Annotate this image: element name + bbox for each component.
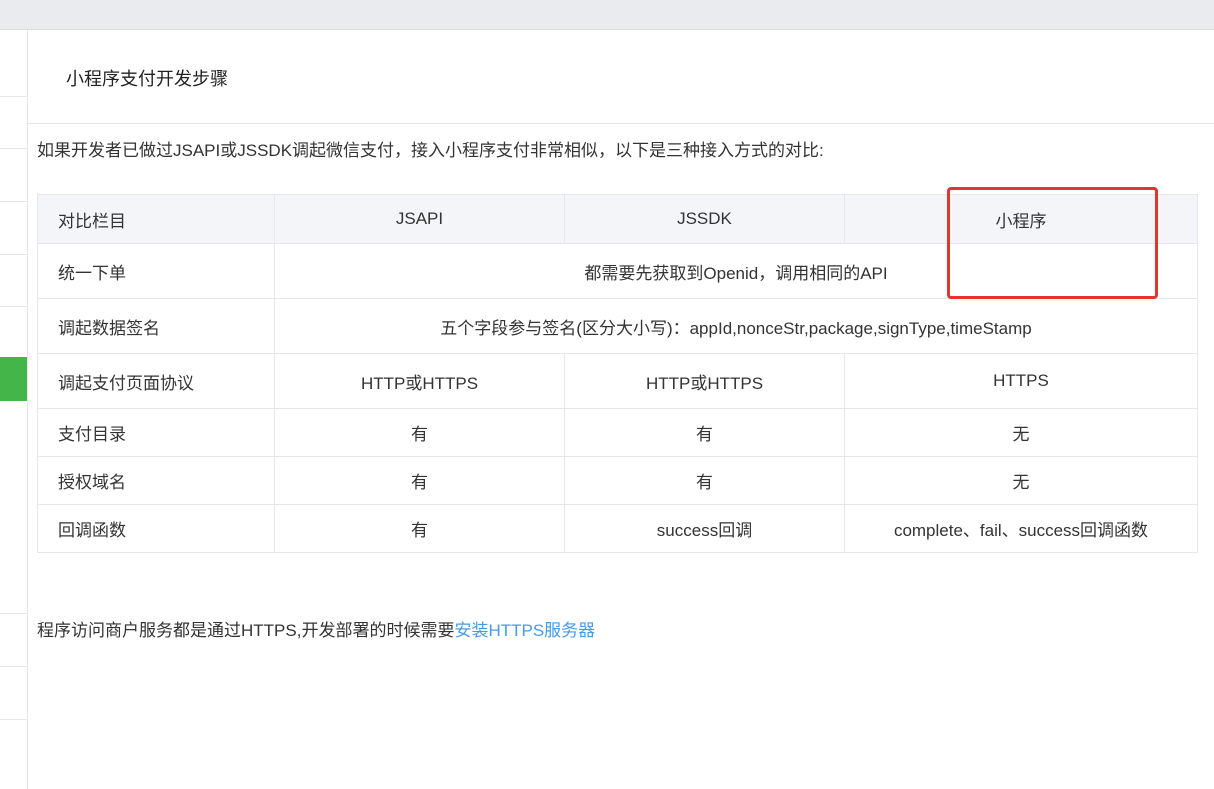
sidebar-divider [0, 96, 27, 97]
header-cell-item: 对比栏目 [37, 194, 275, 244]
row-label: 调起数据签名 [37, 298, 275, 354]
row-label: 统一下单 [37, 243, 275, 299]
cell-jsapi: HTTP或HTTPS [274, 353, 565, 409]
intro-text: 如果开发者已做过JSAPI或JSSDK调起微信支付，接入小程序支付非常相似，以下… [37, 141, 824, 160]
table-row: 统一下单 都需要先获取到Openid，调用相同的API [37, 243, 1198, 299]
table-row: 回调函数 有 success回调 complete、fail、success回调… [37, 504, 1198, 553]
merged-cell: 五个字段参与签名(区分大小写)：appId,nonceStr,package,s… [274, 298, 1198, 354]
header-cell-miniprogram: 小程序 [844, 194, 1198, 244]
page-header: 小程序支付开发步骤 [28, 30, 1214, 124]
cell-jssdk: success回调 [564, 504, 845, 553]
table-row: 授权域名 有 有 无 [37, 456, 1198, 505]
sidebar-divider [0, 306, 27, 307]
row-label: 回调函数 [37, 504, 275, 553]
cell-miniprogram: HTTPS [844, 353, 1198, 409]
sidebar-divider [0, 148, 27, 149]
table-row: 调起支付页面协议 HTTP或HTTPS HTTP或HTTPS HTTPS [37, 353, 1198, 409]
top-bar [0, 0, 1214, 30]
sidebar-divider [0, 719, 27, 720]
sidebar [0, 30, 28, 789]
cell-jssdk: HTTP或HTTPS [564, 353, 845, 409]
sidebar-divider [0, 666, 27, 667]
cell-jsapi: 有 [274, 408, 565, 457]
install-https-link[interactable]: 安装HTTPS服务器 [454, 621, 595, 640]
cell-jssdk: 有 [564, 456, 845, 505]
sidebar-divider [0, 613, 27, 614]
cell-jsapi: 有 [274, 504, 565, 553]
cell-jsapi: 有 [274, 456, 565, 505]
header-cell-jssdk: JSSDK [564, 194, 845, 244]
cell-miniprogram: complete、fail、success回调函数 [844, 504, 1198, 553]
table-row: 调起数据签名 五个字段参与签名(区分大小写)：appId,nonceStr,pa… [37, 298, 1198, 354]
merged-cell: 都需要先获取到Openid，调用相同的API [274, 243, 1198, 299]
table-row: 支付目录 有 有 无 [37, 408, 1198, 457]
row-label: 调起支付页面协议 [37, 353, 275, 409]
row-label: 支付目录 [37, 408, 275, 457]
table-header-row: 对比栏目 JSAPI JSSDK 小程序 [37, 194, 1198, 244]
sidebar-item-active[interactable] [0, 357, 27, 401]
page-title: 小程序支付开发步骤 [66, 69, 228, 89]
footer-text: 程序访问商户服务都是通过HTTPS,开发部署的时候需要 [37, 621, 455, 640]
footer-note: 程序访问商户服务都是通过HTTPS,开发部署的时候需要安装HTTPS服务器 [37, 616, 595, 641]
cell-jssdk: 有 [564, 408, 845, 457]
comparison-table: 对比栏目 JSAPI JSSDK 小程序 统一下单 都需要先获取到Openid，… [37, 194, 1198, 553]
cell-miniprogram: 无 [844, 408, 1198, 457]
cell-miniprogram: 无 [844, 456, 1198, 505]
sidebar-divider [0, 254, 27, 255]
row-label: 授权域名 [37, 456, 275, 505]
header-cell-jsapi: JSAPI [274, 194, 565, 244]
sidebar-divider [0, 201, 27, 202]
